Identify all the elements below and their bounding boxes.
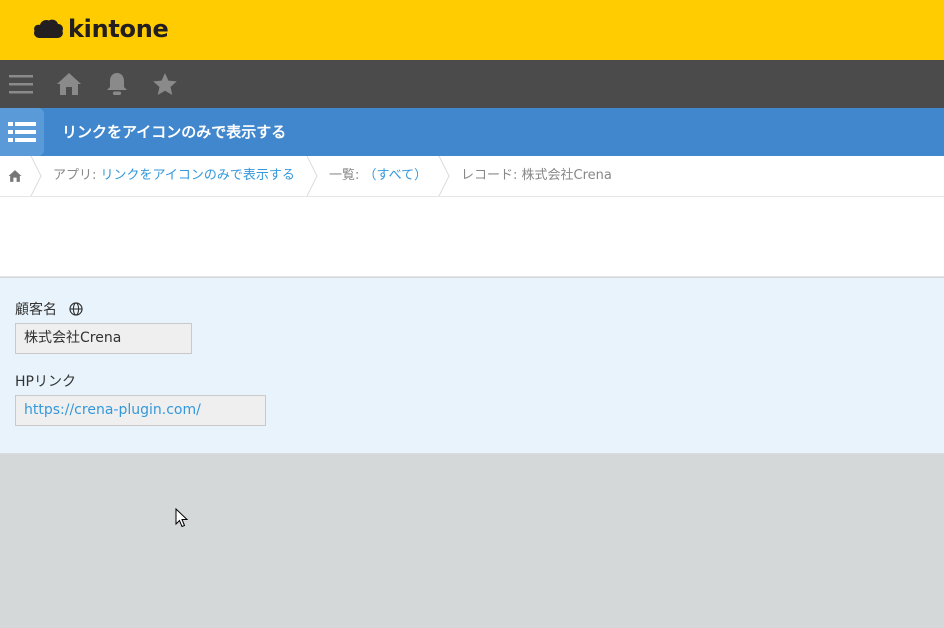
record-detail: 顧客名 株式会社Crena HPリンク https://crena-plugin… [0,278,944,454]
brand-header: kintone [0,0,944,60]
breadcrumb-view-link[interactable]: （すべて） [364,168,428,183]
home-icon[interactable] [45,60,93,108]
cloud-logo-icon [34,19,63,38]
hp-link-value[interactable]: https://crena-plugin.com/ [15,395,266,426]
brand-name: kintone [68,15,169,43]
record-toolbar [0,197,944,277]
breadcrumb-app-link[interactable]: リンクをアイコンのみで表示する [101,168,295,183]
kintone-logo[interactable]: kintone [32,14,169,44]
star-icon[interactable] [141,60,189,108]
field-label-hp-link: HPリンク [15,371,76,391]
breadcrumb: アプリ: リンクをアイコンのみで表示する 一覧: （すべて） レコード: 株式会… [0,156,944,197]
list-icon[interactable] [0,108,44,156]
breadcrumb-app[interactable]: アプリ: リンクをアイコンのみで表示する [53,156,295,196]
app-title[interactable]: リンクをアイコンのみで表示する [62,108,286,156]
breadcrumb-separator [306,156,318,196]
breadcrumb-record: レコード: 株式会社Crena [461,168,612,183]
field-label-text: 顧客名 [15,302,57,318]
breadcrumb-view-prefix: 一覧: [329,168,364,183]
breadcrumb-view[interactable]: 一覧: （すべて） [329,156,427,196]
globe-icon[interactable] [69,302,83,316]
hamburger-icon[interactable] [0,60,45,108]
breadcrumb-app-prefix: アプリ: [53,168,101,183]
customer-name-value: 株式会社Crena [15,323,192,354]
breadcrumb-home-icon[interactable] [0,156,30,196]
breadcrumb-separator [438,156,450,196]
field-label-customer: 顧客名 [15,299,83,319]
bell-icon[interactable] [93,60,141,108]
mouse-cursor-icon [175,508,189,528]
breadcrumb-separator [30,156,42,196]
app-header: リンクをアイコンのみで表示する [0,108,944,156]
global-nav [0,60,944,108]
field-label-text: HPリンク [15,374,76,390]
